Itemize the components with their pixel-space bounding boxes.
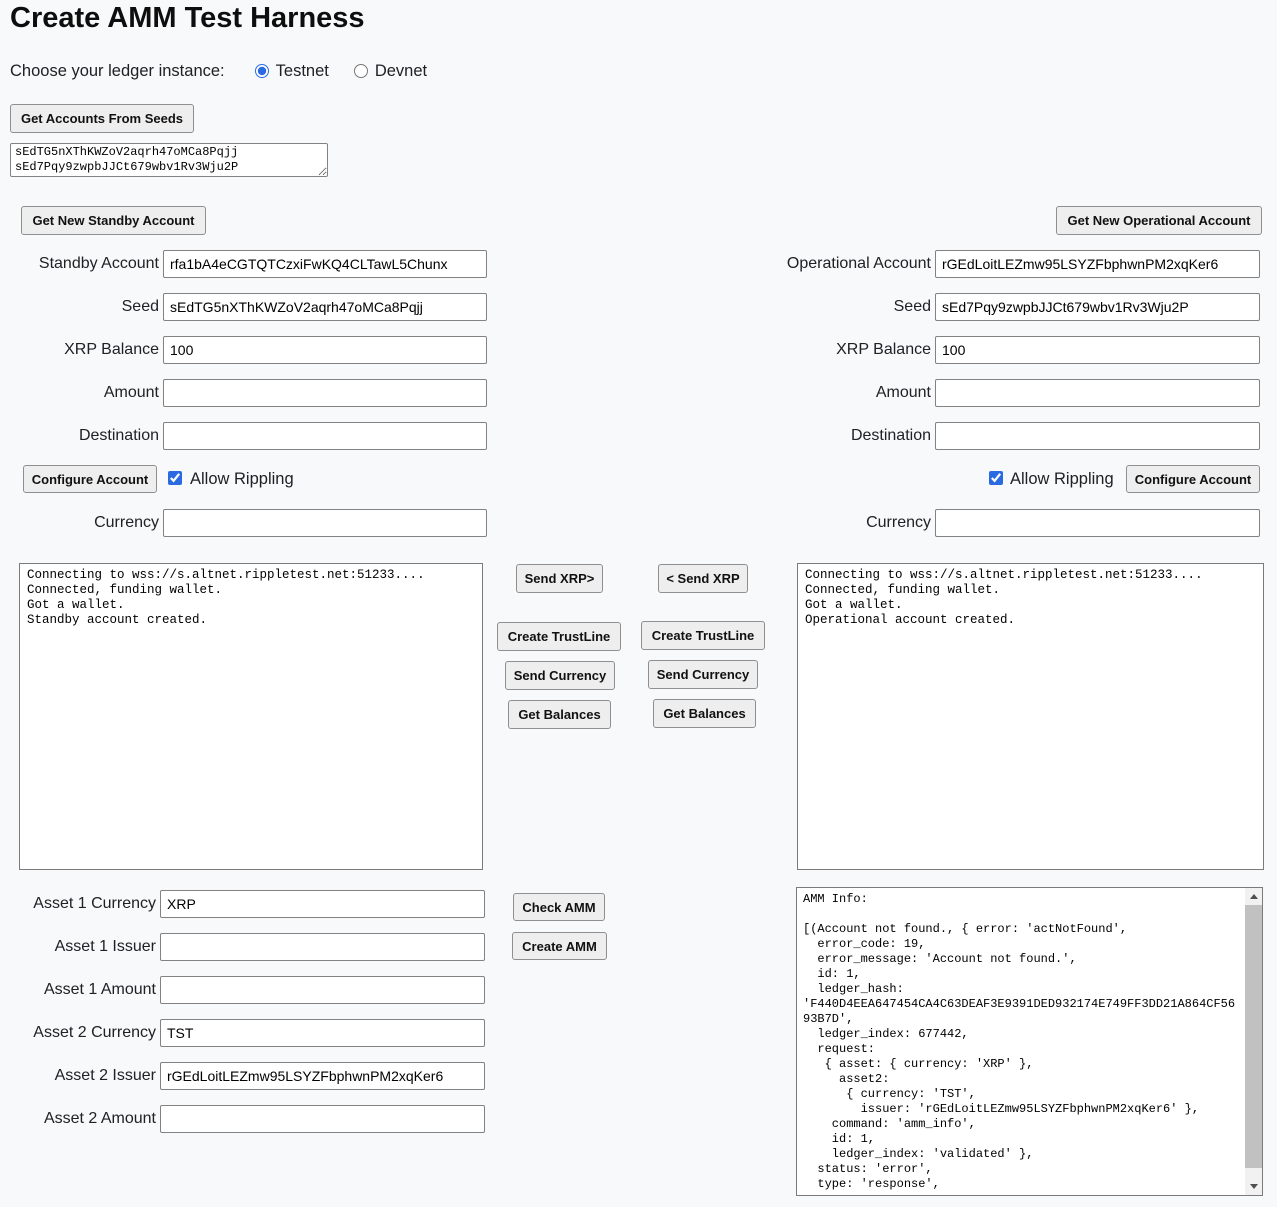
operational-amount-label: Amount <box>640 379 931 407</box>
asset1-amount-input[interactable] <box>160 976 485 1004</box>
scroll-up-icon <box>1250 894 1258 899</box>
asset1-issuer-input[interactable] <box>160 933 485 961</box>
operational-seed-label: Seed <box>640 293 931 321</box>
operational-currency-label: Currency <box>640 509 931 537</box>
asset2-amount-label: Asset 2 Amount <box>0 1105 156 1133</box>
standby-destination-input[interactable] <box>163 422 487 450</box>
operational-xrp-balance-input[interactable] <box>935 336 1260 364</box>
standby-seed-label: Seed <box>0 293 159 321</box>
asset2-amount-input[interactable] <box>160 1105 485 1133</box>
standby-currency-label: Currency <box>0 509 159 537</box>
standby-xrp-balance-label: XRP Balance <box>0 336 159 364</box>
standby-amount-input[interactable] <box>163 379 487 407</box>
asset1-currency-label: Asset 1 Currency <box>0 890 156 918</box>
asset1-currency-input[interactable] <box>160 890 485 918</box>
standby-destination-label: Destination <box>0 422 159 450</box>
standby-account-input[interactable] <box>163 250 487 278</box>
amm-info-scrollbar[interactable] <box>1245 888 1262 1195</box>
get-new-standby-account-button[interactable]: Get New Standby Account <box>21 206 206 235</box>
operational-currency-input[interactable] <box>935 509 1260 537</box>
standby-xrp-balance-input[interactable] <box>163 336 487 364</box>
operational-create-trustline-button[interactable]: Create TrustLine <box>641 621 765 650</box>
send-xrp-to-operational-button[interactable]: Send XRP> <box>516 564 603 593</box>
ledger-instance-label: Choose your ledger instance: <box>10 62 225 81</box>
devnet-label: Devnet <box>375 62 427 81</box>
page-title: Create AMM Test Harness <box>10 2 365 35</box>
operational-allow-rippling-label: Allow Rippling <box>1010 465 1114 493</box>
ledger-instance-row: Choose your ledger instance: Testnet Dev… <box>10 60 427 82</box>
operational-configure-account-button[interactable]: Configure Account <box>1126 465 1260 493</box>
standby-create-trustline-button[interactable]: Create TrustLine <box>497 622 621 651</box>
testnet-radio[interactable] <box>255 64 269 78</box>
asset2-currency-label: Asset 2 Currency <box>0 1019 156 1047</box>
get-new-operational-account-button[interactable]: Get New Operational Account <box>1056 206 1262 235</box>
operational-send-currency-button[interactable]: Send Currency <box>648 660 758 689</box>
standby-amount-label: Amount <box>0 379 159 407</box>
operational-account-input[interactable] <box>935 250 1260 278</box>
standby-account-label: Standby Account <box>0 250 159 278</box>
operational-account-label: Operational Account <box>640 250 931 278</box>
asset2-issuer-input[interactable] <box>160 1062 485 1090</box>
operational-console[interactable]: Connecting to wss://s.altnet.rippletest.… <box>797 563 1264 870</box>
operational-xrp-balance-label: XRP Balance <box>640 336 931 364</box>
asset1-amount-label: Asset 1 Amount <box>0 976 156 1004</box>
testnet-label: Testnet <box>276 62 329 81</box>
standby-allow-rippling-label: Allow Rippling <box>190 465 294 493</box>
send-xrp-to-standby-button[interactable]: < Send XRP <box>658 564 748 593</box>
scroll-down-button[interactable] <box>1245 1178 1262 1195</box>
asset2-currency-input[interactable] <box>160 1019 485 1047</box>
scroll-up-button[interactable] <box>1245 888 1262 905</box>
standby-send-currency-button[interactable]: Send Currency <box>505 661 615 690</box>
scrollbar-thumb[interactable] <box>1245 905 1262 1168</box>
operational-get-balances-button[interactable]: Get Balances <box>653 699 756 728</box>
operational-amount-input[interactable] <box>935 379 1260 407</box>
asset2-issuer-label: Asset 2 Issuer <box>0 1062 156 1090</box>
amm-info-panel[interactable]: AMM Info: [(Account not found., { error:… <box>796 887 1263 1196</box>
operational-destination-input[interactable] <box>935 422 1260 450</box>
check-amm-button[interactable]: Check AMM <box>513 893 605 921</box>
standby-seed-input[interactable] <box>163 293 487 321</box>
scroll-down-icon <box>1250 1184 1258 1189</box>
asset1-issuer-label: Asset 1 Issuer <box>0 933 156 961</box>
seeds-textarea[interactable]: sEdTG5nXThKWZoV2aqrh47oMCa8Pqjj sEd7Pqy9… <box>10 143 328 177</box>
operational-allow-rippling-checkbox[interactable] <box>989 471 1003 485</box>
standby-currency-input[interactable] <box>163 509 487 537</box>
devnet-radio[interactable] <box>354 64 368 78</box>
amm-info-text: AMM Info: [(Account not found., { error:… <box>803 892 1238 1192</box>
standby-console[interactable]: Connecting to wss://s.altnet.rippletest.… <box>19 563 483 870</box>
create-amm-test-harness-page: Create AMM Test Harness Choose your ledg… <box>0 0 1277 1207</box>
create-amm-button[interactable]: Create AMM <box>512 932 607 960</box>
standby-allow-rippling-checkbox[interactable] <box>168 471 182 485</box>
standby-configure-account-button[interactable]: Configure Account <box>23 465 157 493</box>
operational-seed-input[interactable] <box>935 293 1260 321</box>
get-accounts-from-seeds-button[interactable]: Get Accounts From Seeds <box>10 104 194 133</box>
standby-get-balances-button[interactable]: Get Balances <box>508 700 611 729</box>
operational-destination-label: Destination <box>640 422 931 450</box>
